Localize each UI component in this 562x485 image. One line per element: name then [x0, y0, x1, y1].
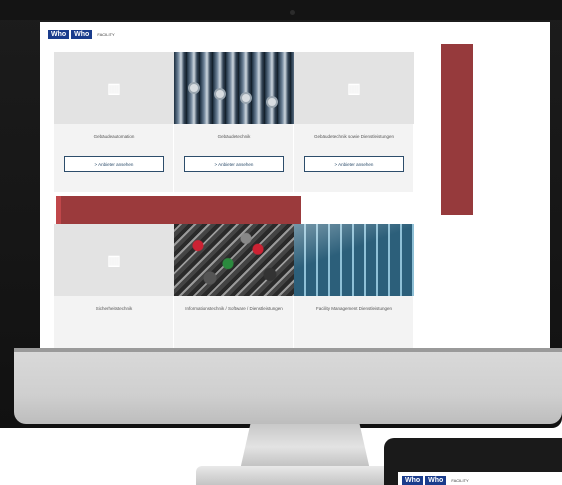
category-card: Informationstechnik / Software / Dienstl… [174, 224, 294, 348]
gauge-icon [188, 82, 200, 94]
card-title: Gebäudetechnik sowie Dienstleistungen [313, 134, 395, 139]
gauge-icon [214, 88, 226, 100]
site-logo[interactable]: Who Who FACILITY [48, 30, 115, 39]
category-card: ▥ Gebäudeautomation > Anbieter ansehen [54, 52, 174, 192]
monitor-stand-base [196, 466, 406, 485]
card-image: ▥ [54, 224, 174, 296]
pipes-photo [174, 52, 294, 124]
decorative-red-block [441, 44, 473, 215]
category-card: ▥ Gebäudetechnik sowie Dienstleistungen … [294, 52, 414, 192]
category-card: Gebäudetechnik > Anbieter ansehen [174, 52, 294, 192]
tablet-logo-tag: FACILITY [451, 478, 469, 483]
monitor-top-bezel [0, 0, 562, 20]
view-providers-button[interactable]: > Anbieter ansehen [184, 156, 284, 172]
gauge-icon [240, 92, 252, 104]
building-icon: ▥ [347, 79, 361, 96]
logo-part-2: Who [71, 30, 93, 39]
card-image: ▥ [294, 52, 414, 124]
tablet-site-logo[interactable]: Who Who FACILITY [402, 476, 469, 485]
card-title: Gebäudeautomation [93, 134, 135, 139]
view-providers-button[interactable]: > Anbieter ansehen [64, 156, 164, 172]
glass-facade-photo [294, 224, 414, 296]
card-title: Facility Management Dienstleistungen [315, 306, 393, 311]
monitor-stand [240, 424, 370, 470]
gauge-icon [266, 96, 278, 108]
building-icon: ▥ [107, 79, 121, 96]
camera-icon [290, 10, 295, 15]
category-card: Facility Management Dienstleistungen [294, 224, 414, 348]
cables-photo [174, 224, 294, 296]
card-title: Sicherheitstechnik [95, 306, 133, 311]
tablet-logo-part-2: Who [425, 476, 447, 485]
view-providers-button[interactable]: > Anbieter ansehen [304, 156, 404, 172]
card-title: Informationstechnik / Software / Dienstl… [185, 306, 283, 311]
logo-part-1: Who [48, 30, 70, 39]
card-image: ▥ [54, 52, 174, 124]
tablet-logo-part-1: Who [402, 476, 424, 485]
building-icon: ▥ [107, 251, 121, 268]
monitor-chin [14, 352, 562, 424]
category-card: ▥ Sicherheitstechnik [54, 224, 174, 348]
monitor-screen: Who Who FACILITY ▥ Gebäudeautomation > A… [40, 22, 550, 348]
logo-tag: FACILITY [97, 32, 115, 37]
device-mockup-scene: Who Who FACILITY ▥ Gebäudeautomation > A… [0, 0, 562, 485]
decorative-red-banner [56, 196, 301, 224]
card-title: Gebäudetechnik [217, 134, 251, 139]
